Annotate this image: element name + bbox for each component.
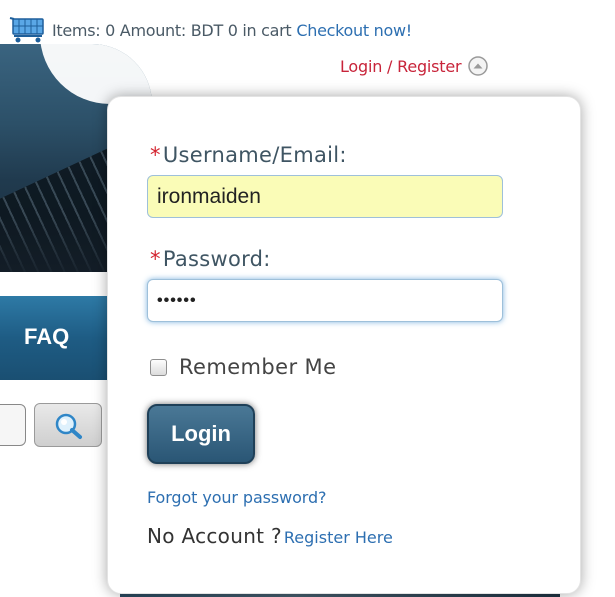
required-marker: * (150, 247, 161, 271)
search-button[interactable] (34, 403, 102, 447)
password-label-text: Password: (162, 247, 271, 271)
username-label: *Username/Email: (150, 143, 347, 167)
cart-summary: Items: 0 Amount: BDT 0 in cart Checkout … (8, 16, 412, 44)
username-field[interactable]: ironmaiden (147, 175, 503, 218)
password-label: *Password: (150, 247, 271, 271)
remember-me-row[interactable]: Remember Me (150, 355, 336, 379)
no-account-text: No Account ? (147, 524, 282, 548)
checkout-link[interactable]: Checkout now! (296, 21, 412, 40)
cart-icon[interactable] (8, 16, 50, 44)
username-label-text: Username/Email: (162, 143, 347, 167)
login-button[interactable]: Login (147, 404, 255, 464)
nav-item-faq[interactable]: FAQ (24, 324, 69, 350)
forgot-password-link[interactable]: Forgot your password? (147, 488, 327, 507)
login-popup: *Username/Email: ironmaiden *Password: •… (107, 96, 581, 594)
remember-me-label[interactable]: Remember Me (179, 355, 336, 379)
remember-me-checkbox[interactable] (150, 358, 167, 376)
cart-items-text: Items: 0 Amount: BDT 0 in cart (52, 20, 292, 40)
login-register-toggle[interactable]: Login / Register (340, 55, 489, 77)
login-register-label: Login / Register (340, 56, 462, 76)
chevron-up-circle-icon[interactable] (467, 55, 489, 77)
register-link[interactable]: Register Here (284, 528, 393, 547)
banner-wave (40, 44, 152, 104)
search-icon (55, 413, 82, 439)
required-marker: * (150, 143, 161, 167)
no-account-row: No Account ? Register Here (147, 524, 393, 548)
search-input[interactable] (0, 404, 26, 446)
password-field[interactable]: •••••• (147, 279, 503, 322)
